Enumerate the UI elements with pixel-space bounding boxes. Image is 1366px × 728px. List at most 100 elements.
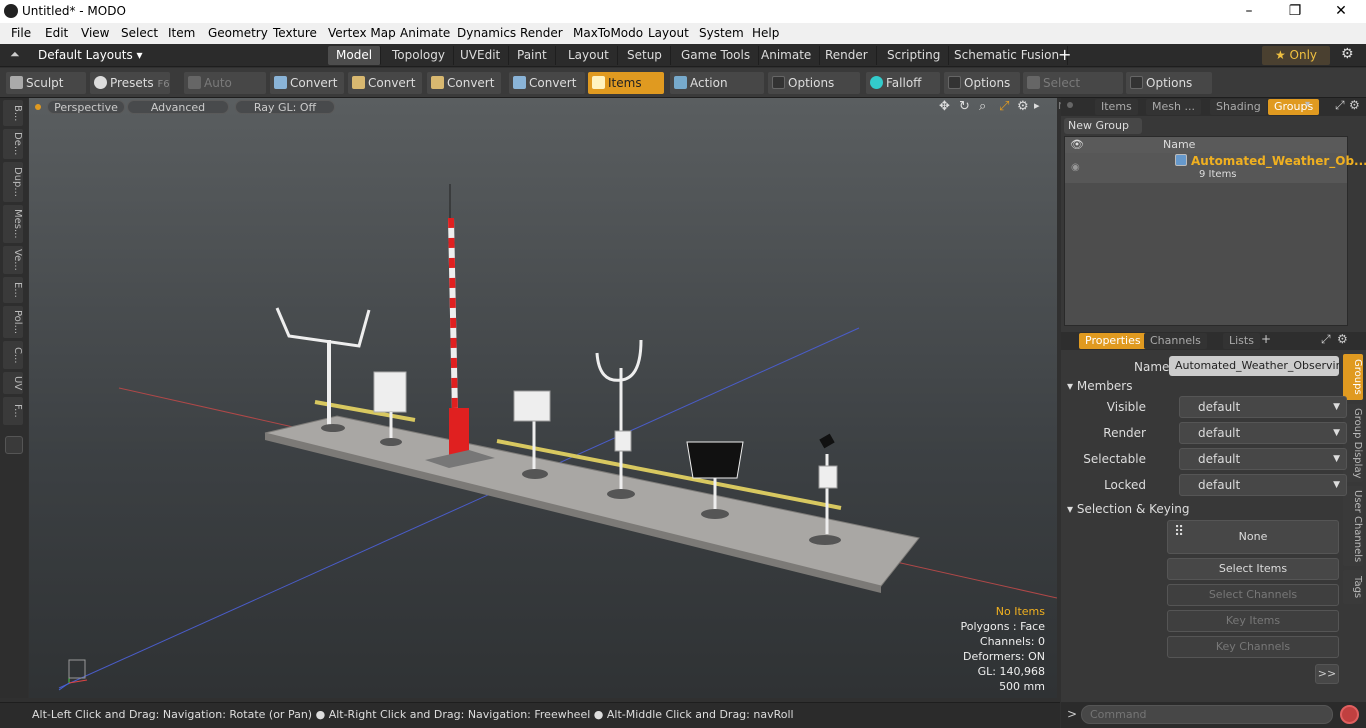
panel-expand-icon[interactable]: ⤢: [1335, 98, 1345, 113]
left-tab-edge[interactable]: E...: [3, 277, 23, 303]
tab-groups[interactable]: Groups: [1268, 99, 1320, 115]
action-center-button[interactable]: Action Center: [670, 72, 764, 112]
tab-items[interactable]: Items: [1095, 99, 1138, 115]
add-tab-button[interactable]: +: [1261, 332, 1271, 346]
visible-dropdown[interactable]: default ▼: [1179, 396, 1347, 418]
properties-tab-bar: Properties Channels Lists + ⤢ ⚙: [1061, 332, 1366, 350]
tab-layout[interactable]: Layout: [560, 46, 618, 65]
menu-animate[interactable]: Animate: [400, 26, 450, 40]
selectable-dropdown[interactable]: default ▼: [1179, 448, 1347, 470]
tab-schematic-fusion[interactable]: Schematic Fusion: [946, 46, 1069, 65]
menu-vertex-map[interactable]: Vertex Map: [328, 26, 396, 40]
key-set-none-button[interactable]: ⠿ None: [1167, 520, 1339, 554]
scene-render: [58, 184, 1057, 691]
tab-mesh[interactable]: Mesh ...: [1146, 99, 1201, 115]
tab-game-tools[interactable]: Game Tools: [673, 46, 760, 65]
menu-system[interactable]: System: [699, 26, 744, 40]
panel-menu-icon[interactable]: [1067, 102, 1073, 108]
convert-button-2[interactable]: Convert: [348, 72, 422, 94]
locked-dropdown[interactable]: default ▼: [1179, 474, 1347, 496]
default-layouts-dropdown[interactable]: Default Layouts ▾: [38, 48, 143, 62]
menu-texture[interactable]: Texture: [273, 26, 317, 40]
sculpt-button[interactable]: Sculpt: [6, 72, 86, 94]
members-section[interactable]: ▾ Members: [1067, 379, 1132, 393]
add-layout-tab-button[interactable]: +: [1058, 45, 1071, 64]
command-history-icon[interactable]: [1340, 705, 1359, 724]
group-row[interactable]: ◉ Automated_Weather_Ob... 9 Items: [1065, 153, 1366, 183]
select-through-button[interactable]: Select Through: [1023, 72, 1123, 112]
falloff-options-button[interactable]: Options: [944, 72, 1020, 94]
left-tab-mesh-edit[interactable]: Mes...: [3, 205, 23, 243]
viewport-info-overlay: No Items Polygons : Face Channels: 0 Def…: [960, 604, 1045, 694]
panel-gear-icon[interactable]: ⚙: [1349, 98, 1360, 112]
layout-gear-icon[interactable]: ⚙: [1341, 46, 1354, 62]
convert-button-4[interactable]: Convert: [509, 72, 585, 94]
auto-select-button[interactable]: Auto Select: [184, 72, 266, 112]
left-tab-duplicate[interactable]: Dup...: [3, 162, 23, 202]
tab-uvedit[interactable]: UVEdit: [452, 46, 510, 65]
tab-channels[interactable]: Channels: [1144, 333, 1207, 349]
side-tab-tags[interactable]: Tags: [1343, 570, 1363, 604]
name-column-header[interactable]: Name: [1163, 138, 1195, 151]
selection-keying-section[interactable]: ▾ Selection & Keying: [1067, 502, 1189, 516]
name-label: Name: [1134, 360, 1170, 374]
tab-shading[interactable]: Shading: [1210, 99, 1267, 115]
command-input[interactable]: [1081, 705, 1333, 724]
menu-edit[interactable]: Edit: [45, 26, 68, 40]
menu-view[interactable]: View: [81, 26, 109, 40]
select-items-button[interactable]: Select Items: [1167, 558, 1339, 580]
side-tab-user-channels[interactable]: User Channels: [1343, 486, 1363, 566]
side-tab-groups[interactable]: Groups: [1343, 354, 1363, 400]
maximize-button[interactable]: ❐: [1272, 0, 1318, 23]
properties-gear-icon[interactable]: ⚙: [1337, 332, 1348, 346]
left-tab-uv[interactable]: UV: [3, 372, 23, 394]
convert-button-3[interactable]: Convert: [427, 72, 501, 94]
menu-item[interactable]: Item: [168, 26, 195, 40]
close-button[interactable]: ✕: [1318, 0, 1364, 23]
tab-animate[interactable]: Animate: [753, 46, 821, 65]
left-tab-fusion[interactable]: F...: [3, 397, 23, 425]
menu-render[interactable]: Render: [520, 26, 563, 40]
more-button[interactable]: >>: [1315, 664, 1339, 684]
select-through-options-button[interactable]: Options: [1126, 72, 1212, 94]
groups-tab-chevron-icon[interactable]: ▾: [1305, 99, 1310, 110]
tab-scripting[interactable]: Scripting: [879, 46, 950, 65]
visibility-eye-icon[interactable]: ◉: [1071, 162, 1080, 173]
left-tab-basic[interactable]: B...: [3, 100, 23, 126]
3d-viewport[interactable]: Perspective Advanced Ray GL: Off ✥ ↻ ⌕ ⤢…: [29, 98, 1057, 698]
tab-paint[interactable]: Paint: [509, 46, 556, 65]
menu-maxtomodo[interactable]: MaxToModo: [573, 26, 643, 40]
falloff-button[interactable]: Falloff: [866, 72, 940, 94]
only-toggle[interactable]: ★ Only: [1262, 46, 1330, 65]
select-channels-button[interactable]: Select Channels: [1167, 584, 1339, 606]
group-name-field[interactable]: Automated_Weather_Observing: [1169, 356, 1339, 376]
items-mode-button[interactable]: Items: [588, 72, 664, 94]
menu-select[interactable]: Select: [121, 26, 158, 40]
new-group-button[interactable]: New Group: [1064, 118, 1142, 134]
properties-expand-icon[interactable]: ⤢: [1321, 332, 1331, 347]
left-tab-polygon[interactable]: Pol...: [3, 306, 23, 338]
tab-render[interactable]: Render: [817, 46, 877, 65]
left-tab-vertex[interactable]: Ve...: [3, 246, 23, 274]
render-dropdown[interactable]: default ▼: [1179, 422, 1347, 444]
menu-geometry[interactable]: Geometry: [208, 26, 268, 40]
left-tab-deform[interactable]: De...: [3, 129, 23, 159]
layout-pin-icon[interactable]: ⏶: [10, 47, 20, 62]
presets-button[interactable]: Presets F6: [90, 72, 170, 94]
left-tab-curve[interactable]: C...: [3, 341, 23, 369]
tab-setup[interactable]: Setup: [619, 46, 671, 65]
tab-properties[interactable]: Properties: [1079, 333, 1147, 349]
tab-model[interactable]: Model: [328, 46, 382, 65]
action-center-options-button[interactable]: Options: [768, 72, 860, 94]
key-items-button[interactable]: Key Items: [1167, 610, 1339, 632]
left-tab-expand-button[interactable]: [5, 436, 23, 454]
tab-topology[interactable]: Topology: [384, 46, 454, 65]
menu-layout[interactable]: Layout: [648, 26, 689, 40]
key-channels-button[interactable]: Key Channels: [1167, 636, 1339, 658]
tab-lists[interactable]: Lists: [1223, 333, 1260, 349]
menu-file[interactable]: File: [11, 26, 31, 40]
menu-dynamics[interactable]: Dynamics: [457, 26, 516, 40]
menu-help[interactable]: Help: [752, 26, 779, 40]
minimize-button[interactable]: –: [1226, 0, 1272, 23]
convert-button-1[interactable]: Convert: [270, 72, 344, 94]
